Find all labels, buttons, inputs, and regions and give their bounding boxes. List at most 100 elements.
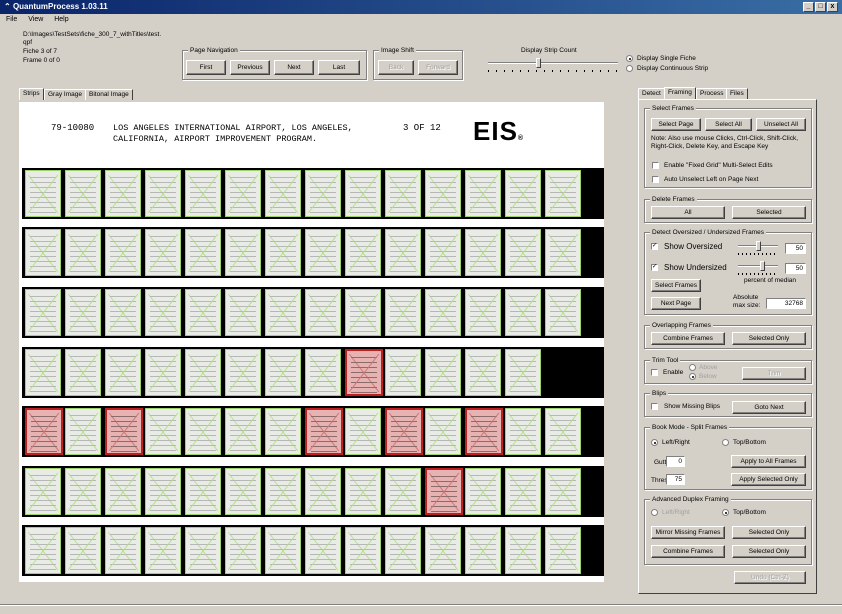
- tab-files[interactable]: Files: [726, 88, 748, 99]
- trim-above-radio[interactable]: [689, 364, 696, 371]
- frame-thumbnail[interactable]: [265, 229, 301, 276]
- duplex-selected-only-button[interactable]: Selected Only: [732, 545, 806, 558]
- frame-thumbnail[interactable]: [25, 349, 61, 396]
- oversized-value-input[interactable]: 50: [785, 243, 806, 254]
- show-missing-blips-checkbox[interactable]: [651, 403, 658, 410]
- tab-process[interactable]: Process: [696, 88, 728, 99]
- frame-thumbnail[interactable]: [465, 349, 501, 396]
- frame-thumbnail[interactable]: [465, 527, 501, 574]
- frame-thumbnail[interactable]: [385, 170, 421, 217]
- fiche-strip[interactable]: [22, 347, 604, 398]
- frame-thumbnail[interactable]: [185, 229, 221, 276]
- trim-button[interactable]: Trim: [742, 367, 806, 380]
- frame-thumbnail[interactable]: [505, 170, 541, 217]
- frame-thumbnail[interactable]: [465, 170, 501, 217]
- overlapping-selected-only-button[interactable]: Selected Only: [732, 332, 806, 345]
- select-frames-button[interactable]: Select Frames: [651, 279, 701, 292]
- frame-thumbnail[interactable]: [505, 349, 541, 396]
- frame-thumbnail[interactable]: [265, 408, 301, 455]
- frame-thumbnail[interactable]: [425, 527, 461, 574]
- menu-view[interactable]: View: [28, 16, 43, 23]
- tab-framing[interactable]: Framing: [664, 87, 696, 99]
- frame-thumbnail[interactable]: [105, 289, 141, 336]
- first-page-button[interactable]: First: [186, 60, 226, 75]
- fiche-strip[interactable]: [22, 466, 604, 517]
- frame-thumbnail[interactable]: [545, 408, 581, 455]
- frame-thumbnail[interactable]: [465, 229, 501, 276]
- frame-thumbnail[interactable]: [105, 170, 141, 217]
- book-left-right-radio[interactable]: [651, 439, 658, 446]
- strip-count-slider-thumb[interactable]: [536, 58, 541, 68]
- frame-thumbnail[interactable]: [345, 468, 381, 515]
- frame-thumbnail[interactable]: [345, 408, 381, 455]
- show-oversized-checkbox[interactable]: ✓: [651, 243, 658, 250]
- frame-thumbnail[interactable]: [505, 468, 541, 515]
- frame-thumbnail[interactable]: [305, 349, 341, 396]
- frame-thumbnail[interactable]: [105, 229, 141, 276]
- trim-below-radio[interactable]: [689, 373, 696, 380]
- frame-thumbnail[interactable]: [185, 349, 221, 396]
- frame-thumbnail[interactable]: [385, 349, 421, 396]
- frame-thumbnail[interactable]: [225, 289, 261, 336]
- frame-thumbnail[interactable]: [265, 349, 301, 396]
- frame-thumbnail[interactable]: [185, 527, 221, 574]
- frame-thumbnail[interactable]: [65, 468, 101, 515]
- select-all-button[interactable]: Select All: [705, 118, 752, 131]
- frame-thumbnail[interactable]: [345, 229, 381, 276]
- flagged-frame[interactable]: [465, 408, 503, 455]
- frame-thumbnail[interactable]: [65, 349, 101, 396]
- frame-thumbnail[interactable]: [425, 349, 461, 396]
- frame-thumbnail[interactable]: [105, 468, 141, 515]
- frame-thumbnail[interactable]: [345, 289, 381, 336]
- frame-thumbnail[interactable]: [185, 468, 221, 515]
- frame-thumbnail[interactable]: [505, 289, 541, 336]
- tab-gray-image[interactable]: Gray Image: [44, 89, 86, 100]
- fiche-strip[interactable]: [22, 525, 604, 576]
- frame-thumbnail[interactable]: [105, 527, 141, 574]
- minimize-button[interactable]: _: [803, 2, 814, 12]
- trim-enable-checkbox[interactable]: [651, 369, 658, 376]
- frame-thumbnail[interactable]: [345, 170, 381, 217]
- frame-thumbnail[interactable]: [425, 170, 461, 217]
- frame-thumbnail[interactable]: [545, 527, 581, 574]
- frame-thumbnail[interactable]: [385, 229, 421, 276]
- frame-thumbnail[interactable]: [145, 349, 181, 396]
- frame-thumbnail[interactable]: [505, 408, 541, 455]
- threshold-input[interactable]: 75: [666, 474, 685, 485]
- frame-thumbnail[interactable]: [545, 468, 581, 515]
- frame-thumbnail[interactable]: [105, 349, 141, 396]
- frame-thumbnail[interactable]: [65, 289, 101, 336]
- undersized-value-input[interactable]: 50: [785, 263, 806, 274]
- frame-thumbnail[interactable]: [145, 229, 181, 276]
- undersized-slider-thumb[interactable]: [760, 261, 765, 271]
- display-continuous-radio[interactable]: [626, 65, 633, 72]
- frame-thumbnail[interactable]: [305, 527, 341, 574]
- gutter-input[interactable]: 0: [666, 456, 685, 467]
- frame-thumbnail[interactable]: [425, 229, 461, 276]
- shift-forward-button[interactable]: Forward: [418, 60, 458, 75]
- oversized-slider[interactable]: [738, 241, 778, 256]
- frame-thumbnail[interactable]: [385, 289, 421, 336]
- frame-thumbnail[interactable]: [505, 229, 541, 276]
- tab-strips[interactable]: Strips: [19, 88, 44, 100]
- maximize-button[interactable]: □: [815, 2, 826, 12]
- frame-thumbnail[interactable]: [225, 229, 261, 276]
- mirror-missing-frames-button[interactable]: Mirror Missing Frames: [651, 526, 725, 539]
- frame-thumbnail[interactable]: [225, 468, 261, 515]
- menu-help[interactable]: Help: [54, 16, 68, 23]
- frame-thumbnail[interactable]: [545, 229, 581, 276]
- fiche-strip[interactable]: [22, 168, 604, 219]
- frame-thumbnail[interactable]: [465, 289, 501, 336]
- frame-thumbnail[interactable]: [465, 468, 501, 515]
- frame-thumbnail[interactable]: [425, 408, 461, 455]
- frame-thumbnail[interactable]: [385, 468, 421, 515]
- auto-unselect-checkbox[interactable]: [652, 176, 659, 183]
- frame-thumbnail[interactable]: [145, 468, 181, 515]
- flagged-frame[interactable]: [385, 408, 423, 455]
- frame-thumbnail[interactable]: [225, 527, 261, 574]
- frame-thumbnail[interactable]: [185, 289, 221, 336]
- combine-overlapping-button[interactable]: Combine Frames: [651, 332, 725, 345]
- duplex-left-right-radio[interactable]: [651, 509, 658, 516]
- frame-thumbnail[interactable]: [225, 170, 261, 217]
- flagged-frame[interactable]: [305, 408, 343, 455]
